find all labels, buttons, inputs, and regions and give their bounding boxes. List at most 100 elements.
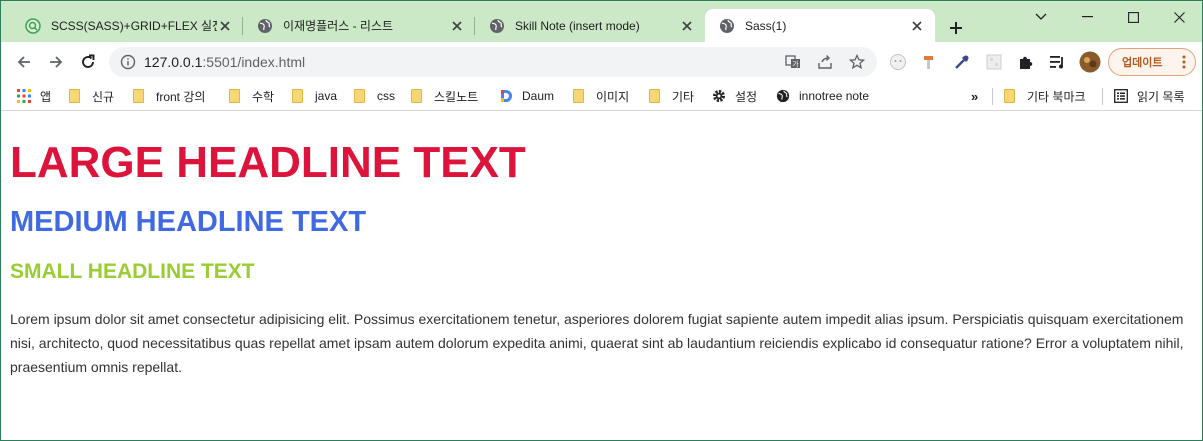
bookmark-folder-skillnote[interactable]: 스킬노트 bbox=[411, 86, 478, 106]
extension-hammer-icon[interactable] bbox=[921, 53, 939, 71]
update-button[interactable]: 업데이트 bbox=[1108, 48, 1196, 76]
reading-list-label: 읽기 목록 bbox=[1137, 89, 1185, 104]
bookmark-label: java bbox=[315, 89, 338, 103]
close-icon bbox=[1173, 11, 1185, 23]
folder-icon bbox=[69, 89, 80, 103]
media-queue-icon[interactable] bbox=[1049, 53, 1067, 71]
bookmark-label: 설정 bbox=[735, 89, 758, 104]
browser-toolbar: 127.0.0.1:5501/index.html 가 업데이트 bbox=[1, 42, 1202, 82]
close-tab-icon[interactable] bbox=[909, 18, 925, 34]
bookmark-folder-java[interactable]: java bbox=[292, 86, 337, 106]
bookmark-label: 기타 bbox=[672, 89, 695, 104]
info-icon[interactable] bbox=[120, 54, 136, 70]
bookmark-innotree[interactable]: innotree note bbox=[776, 86, 869, 106]
medium-headline: MEDIUM HEADLINE TEXT bbox=[10, 206, 367, 238]
bookmark-folder-images[interactable]: 이미지 bbox=[573, 86, 629, 106]
bookmark-label: 수학 bbox=[252, 89, 275, 104]
bookmark-label: 앱 bbox=[40, 89, 52, 104]
reading-list-button[interactable]: 읽기 목록 bbox=[1114, 86, 1185, 106]
globe-icon bbox=[776, 89, 790, 103]
bookmark-label: front 강의 bbox=[156, 89, 206, 104]
globe-icon bbox=[258, 18, 272, 33]
bookmark-label: 기타 북마크 bbox=[1027, 89, 1086, 104]
green-q-icon bbox=[25, 17, 41, 34]
maximize-button[interactable] bbox=[1110, 5, 1156, 29]
bookmark-other-bookmarks[interactable]: 기타 북마크 bbox=[1004, 86, 1086, 106]
bookmark-label: innotree note bbox=[799, 89, 870, 103]
maximize-icon bbox=[1127, 11, 1139, 23]
close-tab-icon[interactable] bbox=[217, 18, 233, 34]
more-vert-icon bbox=[1182, 55, 1186, 69]
close-tab-icon[interactable] bbox=[679, 18, 695, 34]
extension-grid-icon[interactable] bbox=[985, 53, 1003, 71]
arrow-right-icon bbox=[50, 56, 63, 68]
bookmarks-divider bbox=[1102, 88, 1103, 105]
avatar[interactable] bbox=[1079, 51, 1101, 73]
url-host: 127.0.0.1 bbox=[144, 54, 203, 70]
folder-icon bbox=[229, 89, 240, 103]
plus-icon bbox=[950, 22, 962, 34]
folder-icon bbox=[292, 89, 303, 103]
folder-icon bbox=[573, 89, 584, 103]
bookmarks-divider bbox=[992, 88, 993, 105]
bookmark-folder-new[interactable]: 신규 bbox=[69, 86, 114, 106]
bookmark-apps[interactable]: 앱 bbox=[17, 86, 51, 106]
puzzle-icon[interactable] bbox=[1017, 53, 1035, 71]
bookmark-folder-css[interactable]: css bbox=[354, 86, 395, 106]
url-path: :5501/index.html bbox=[202, 54, 306, 70]
svg-text:가: 가 bbox=[792, 60, 799, 69]
tab-skill-note[interactable]: Skill Note (insert mode) bbox=[475, 9, 705, 42]
bookmark-label: css bbox=[377, 89, 395, 103]
small-headline: SMALL HEADLINE TEXT bbox=[10, 260, 255, 283]
tab-scss-grid-flex[interactable]: SCSS(SASS)+GRID+FLEX 실전 bbox=[11, 9, 243, 42]
bookmark-label: 신규 bbox=[92, 89, 115, 104]
tab-sass-active[interactable]: Sass(1) bbox=[705, 9, 935, 42]
globe-icon bbox=[720, 18, 734, 33]
folder-icon bbox=[649, 89, 660, 103]
bookmark-folder-math[interactable]: 수학 bbox=[229, 86, 274, 106]
minimize-icon bbox=[1081, 16, 1093, 18]
window-close-button[interactable] bbox=[1156, 5, 1202, 29]
bookmark-settings[interactable]: 설정 bbox=[712, 86, 757, 106]
star-icon[interactable] bbox=[849, 54, 865, 70]
bookmark-label: Daum bbox=[522, 89, 555, 103]
extension-face-icon[interactable] bbox=[889, 53, 907, 71]
chevron-down-icon bbox=[1035, 13, 1047, 20]
address-bar[interactable]: 127.0.0.1:5501/index.html 가 bbox=[109, 47, 877, 77]
globe-icon bbox=[490, 18, 504, 33]
tab-search-button[interactable] bbox=[1018, 5, 1064, 29]
update-label: 업데이트 bbox=[1122, 57, 1163, 69]
folder-icon bbox=[1004, 89, 1015, 103]
daum-icon bbox=[501, 90, 512, 102]
share-icon[interactable] bbox=[817, 54, 833, 70]
close-tab-icon[interactable] bbox=[449, 18, 465, 34]
reload-button[interactable] bbox=[76, 50, 100, 74]
arrow-left-icon bbox=[17, 56, 30, 68]
new-tab-button[interactable] bbox=[945, 17, 967, 39]
overflow-label: » bbox=[971, 88, 979, 104]
reading-list-icon bbox=[1114, 89, 1128, 103]
bookmark-folder-etc[interactable]: 기타 bbox=[649, 86, 694, 106]
back-button[interactable] bbox=[12, 50, 36, 74]
tab-title: SCSS(SASS)+GRID+FLEX 실전 bbox=[51, 19, 217, 33]
minimize-button[interactable] bbox=[1064, 5, 1110, 29]
url-text[interactable]: 127.0.0.1:5501/index.html bbox=[144, 54, 305, 70]
bookmark-folder-front[interactable]: front 강의 bbox=[133, 86, 205, 106]
reload-icon bbox=[82, 54, 95, 68]
eyedropper-icon[interactable] bbox=[953, 53, 971, 71]
bookmark-label: 이미지 bbox=[596, 89, 630, 104]
tab-title: 이재명플러스 - 리스트 bbox=[283, 19, 394, 33]
apps-grid-icon bbox=[17, 89, 31, 103]
tab-strip: SCSS(SASS)+GRID+FLEX 실전 이재명플러스 - 리스트 Ski… bbox=[1, 1, 1202, 42]
bookmark-daum[interactable]: Daum bbox=[499, 86, 554, 106]
bookmarks-bar: 앱 신규 front 강의 수학 java css 스킬노트 Daum 이미지 bbox=[1, 82, 1202, 111]
large-headline: LARGE HEADLINE TEXT bbox=[10, 138, 526, 187]
bookmark-label: 스킬노트 bbox=[434, 89, 479, 104]
bookmarks-overflow-button[interactable]: » bbox=[971, 86, 978, 106]
forward-button[interactable] bbox=[44, 50, 68, 74]
tab-title: Skill Note (insert mode) bbox=[515, 18, 640, 33]
folder-icon bbox=[354, 89, 365, 103]
folder-icon bbox=[411, 89, 422, 103]
translate-icon[interactable]: 가 bbox=[785, 54, 801, 70]
tab-lee-jaemyung-plus[interactable]: 이재명플러스 - 리스트 bbox=[243, 9, 475, 42]
